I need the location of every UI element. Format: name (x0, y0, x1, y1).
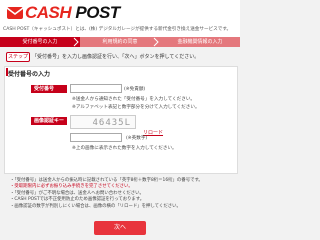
instruction-text: 「受付番号」を入力し画像認証を行い、「次へ」ボタンを押してください。 (32, 54, 200, 60)
chevron-right-icon (153, 37, 159, 47)
step-receipt-number: 受付番号の入力 (0, 37, 80, 47)
captcha-image: 46435L (70, 115, 136, 129)
notes-list: ・「受付番号」は送金人からの振込時に記載されている「英字8桁＋数字8桁＝16桁」… (10, 178, 236, 210)
logo-post: POST (75, 3, 120, 22)
logo-wordmark: CASH POST (25, 3, 120, 23)
chevron-right-icon (73, 37, 79, 47)
list-item: ・画像認証の数字が判別しにくい場合は、画像の横の「リロード」を押してください。 (10, 203, 181, 209)
cash-post-logo-icon (6, 7, 24, 19)
step-terms-agreement: 利用規約の同意 (80, 37, 160, 47)
captcha-hint: (※英数字) (126, 136, 148, 141)
receipt-number-input[interactable] (70, 84, 122, 93)
logo-cash: CASH (25, 3, 72, 22)
captcha-note: ※上の画像に表示された数字を入力してください。 (72, 146, 177, 151)
receipt-note: ※送金人から通知された「受付番号」を入力してください。 (72, 97, 196, 102)
receipt-number-hint: (※免責額) (124, 87, 146, 92)
next-button[interactable]: 次へ (94, 221, 146, 235)
step-bank-info: 金融機関情報の入力 (160, 37, 240, 47)
receipt-number-label: 受付番号 (31, 85, 67, 93)
step-label: 受付番号の入力 (22, 39, 58, 45)
tagline: CASH POST（キャッシュポスト）とは、(株) デジタルガレージが提供する新… (3, 27, 232, 32)
step-label: 金融機関情報の入力 (177, 39, 223, 45)
progress-steps: 受付番号の入力 利用規約の同意 金融機関情報の入力 (0, 37, 240, 47)
captcha-input[interactable] (70, 133, 122, 142)
step-label: 利用規約の同意 (102, 39, 138, 45)
receipt-note: ※アルファベット表記と数字部分を分けて入力してください。 (72, 105, 200, 110)
captcha-key-label: 画像認証キー (31, 117, 67, 125)
steps-button[interactable]: ステップ (6, 52, 30, 62)
panel-title: 受付番号の入力 (8, 71, 51, 78)
